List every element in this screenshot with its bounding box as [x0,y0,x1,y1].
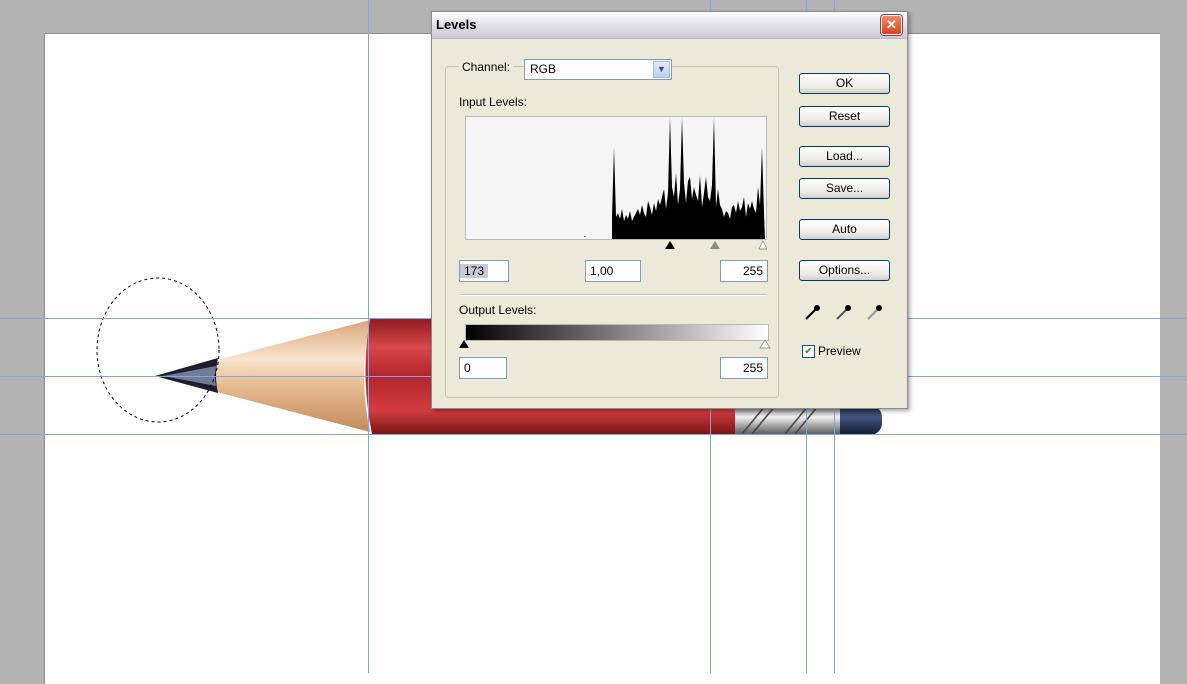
input-white-field[interactable]: 255 [720,260,768,282]
guide-vertical [368,0,369,673]
eyedropper-tools [805,305,882,320]
preview-checkbox[interactable]: ✔ [802,345,815,358]
options-button[interactable]: Options... [799,260,890,281]
preview-label: Preview [818,344,861,358]
input-black-value: 173 [460,264,489,278]
histogram [465,116,767,240]
load-button[interactable]: Load... [799,146,890,167]
input-levels-label: Input Levels: [459,95,528,109]
chevron-down-icon[interactable]: ▼ [653,61,670,78]
output-white-value: 255 [742,361,763,375]
histogram-graph [584,117,765,239]
output-black-value: 0 [464,361,471,375]
close-button[interactable]: ✕ [881,15,902,35]
output-levels-label: Output Levels: [459,303,537,317]
output-slider[interactable] [459,339,771,351]
guide-horizontal [0,434,1187,435]
channel-select[interactable]: RGB ▼ [524,59,672,80]
ok-button[interactable]: OK [799,73,890,94]
close-icon: ✕ [886,17,897,32]
input-black-slider [665,241,675,249]
elliptical-selection [96,277,220,423]
input-gamma-field[interactable]: 1,00 [585,260,641,282]
input-black-field[interactable]: 173 [459,260,509,282]
black-eyedropper-icon[interactable] [805,305,820,320]
channel-value: RGB [530,62,557,76]
levels-dialog: Levels ✕ Channel: RGB ▼ Input Levels: 17… [431,11,908,409]
gray-eyedropper-icon[interactable] [836,305,851,320]
output-black-field[interactable]: 0 [459,357,507,379]
reset-button[interactable]: Reset [799,106,890,127]
save-button[interactable]: Save... [799,178,890,199]
channel-label: Channel: [459,60,514,74]
pencil-ferrule [730,405,840,435]
output-black-slider [459,340,469,348]
input-gamma-value: 1,00 [590,264,614,278]
input-slider[interactable] [465,238,767,252]
input-white-slider [758,240,767,250]
output-white-slider [759,339,771,349]
output-white-field[interactable]: 255 [720,357,768,379]
dialog-title: Levels [436,17,477,32]
dialog-titlebar[interactable]: Levels ✕ [432,12,907,39]
group-separator [460,294,767,296]
auto-button[interactable]: Auto [799,219,890,240]
input-white-value: 255 [742,264,763,278]
white-eyedropper-icon[interactable] [867,305,882,320]
input-gray-slider [710,241,720,249]
